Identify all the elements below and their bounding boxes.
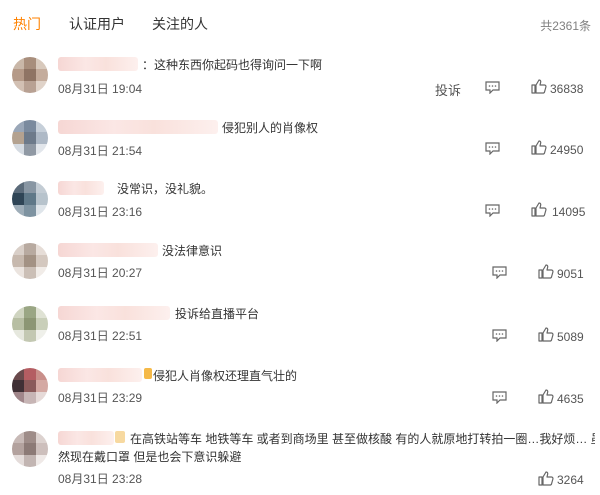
comment-text: 在高铁站等车 地铁等车 或者到商场里 甚至做核酸 有的人就原地打转拍一圈…我好烦… <box>130 432 595 446</box>
like-icon[interactable] <box>531 202 547 217</box>
comment-tabs: 热门 认证用户 关注的人 共2361条 <box>0 0 600 46</box>
like-icon[interactable] <box>538 389 554 404</box>
like-count: 14095 <box>552 205 586 219</box>
comment-time: 08月31日 23:29 <box>58 391 143 405</box>
like-count: 3264 <box>557 473 584 487</box>
comment-icon[interactable] <box>492 266 507 279</box>
comment-text: 没法律意识 <box>162 244 223 258</box>
like-count: 36838 <box>550 82 584 96</box>
username-blurred[interactable] <box>58 431 114 445</box>
comment-text: 侵犯别人的肖像权 <box>222 121 319 135</box>
like-icon[interactable] <box>531 140 547 155</box>
avatar[interactable] <box>12 181 48 217</box>
like-count: 4635 <box>557 392 584 406</box>
comment-text: ：这种东西你起码也得询问一下啊 <box>142 58 323 72</box>
comment-time: 08月31日 23:28 <box>58 472 143 486</box>
comment-icon[interactable] <box>485 142 500 155</box>
avatar[interactable] <box>12 368 48 404</box>
username-blurred[interactable] <box>58 306 170 320</box>
comment-text-continued: 然现在戴口罩 但是也会下意识躲避 <box>58 450 242 464</box>
comment-icon[interactable] <box>492 329 507 342</box>
username-blurred[interactable] <box>58 120 218 134</box>
avatar[interactable] <box>12 57 48 93</box>
comment-text: 没常识，没礼貌。 <box>117 182 214 196</box>
comment-text: 投诉给直播平台 <box>175 307 260 321</box>
comment-time: 08月31日 21:54 <box>58 144 143 158</box>
like-icon[interactable] <box>531 79 547 94</box>
report-button[interactable]: 投诉 <box>435 80 461 99</box>
tab-following[interactable]: 关注的人 <box>152 14 208 34</box>
like-count: 24950 <box>550 143 584 157</box>
badge-icon <box>115 431 125 443</box>
tab-hot[interactable]: 热门 <box>13 14 41 34</box>
comment-icon[interactable] <box>492 391 507 404</box>
comment-time: 08月31日 20:27 <box>58 266 143 280</box>
comment-time: 08月31日 19:04 <box>58 82 143 96</box>
comment-time: 08月31日 22:51 <box>58 329 143 343</box>
comment-icon[interactable] <box>485 81 500 94</box>
comment-icon[interactable] <box>485 204 500 217</box>
tab-verified-users[interactable]: 认证用户 <box>69 14 125 34</box>
like-icon[interactable] <box>538 471 554 486</box>
avatar[interactable] <box>12 243 48 279</box>
badge-icon <box>144 368 152 379</box>
like-count: 5089 <box>557 330 584 344</box>
username-blurred[interactable] <box>58 243 158 257</box>
like-count: 9051 <box>557 267 584 281</box>
username-blurred[interactable] <box>58 57 138 71</box>
avatar[interactable] <box>12 120 48 156</box>
username-blurred[interactable] <box>58 368 142 382</box>
comment-time: 08月31日 23:16 <box>58 205 143 219</box>
comment-text: 侵犯人肖像权还理直气壮的 <box>153 369 298 383</box>
like-icon[interactable] <box>538 327 554 342</box>
avatar[interactable] <box>12 306 48 342</box>
avatar[interactable] <box>12 431 48 467</box>
total-count: 共2361条 <box>540 19 591 33</box>
like-icon[interactable] <box>538 264 554 279</box>
username-blurred[interactable] <box>58 181 104 195</box>
